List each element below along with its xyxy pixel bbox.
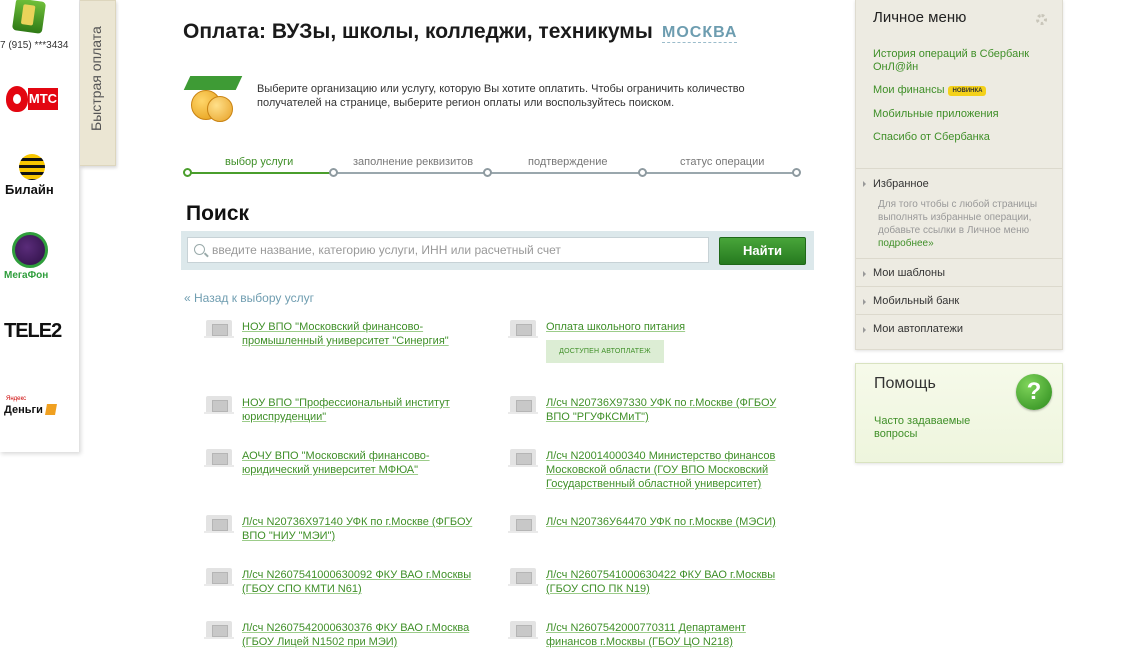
service-document-icon xyxy=(204,320,234,338)
search-button[interactable]: Найти xyxy=(719,237,806,265)
operator-yandex-sub: Яндекс xyxy=(6,396,27,402)
step-dot-4 xyxy=(638,168,647,177)
mts-egg-icon xyxy=(6,86,28,112)
service-document-icon xyxy=(508,396,538,414)
wallet-icon xyxy=(45,404,57,415)
region-selector[interactable]: МОСКВА xyxy=(662,24,738,43)
search-field[interactable] xyxy=(187,237,709,263)
service-link[interactable]: Л/сч N2607542000630376 ФКУ ВАО г.Москва … xyxy=(242,621,492,649)
service-link[interactable]: АОЧУ ВПО "Московский финансово-юридическ… xyxy=(242,449,492,477)
menu-section-autopayments[interactable]: Мои автоплатежи xyxy=(873,323,963,335)
operator-yandex-money[interactable]: Яндекс Деньги xyxy=(0,396,80,422)
service-link[interactable]: Л/сч N20736Х97140 УФК по г.Москве (ФГБОУ… xyxy=(242,515,492,543)
service-document-icon xyxy=(204,568,234,586)
service-document-icon xyxy=(508,320,538,338)
step-select-service: выбор услуги xyxy=(225,156,294,168)
favorites-hint: Для того чтобы с любой страницы выполнят… xyxy=(878,198,1050,250)
quick-pay-tab[interactable]: Быстрая оплата xyxy=(80,0,116,166)
operator-yandex-label: Деньги xyxy=(4,404,43,416)
service-link[interactable]: Л/сч N20014000340 Министерство финансов … xyxy=(546,449,796,491)
service-document-icon xyxy=(508,449,538,467)
step-operation-status: статус операции xyxy=(680,156,765,168)
service-link[interactable]: Л/сч N2607542000770311 Департамент финан… xyxy=(546,621,796,649)
service-link[interactable]: Л/сч N20736Х97330 УФК по г.Москве (ФГБОУ… xyxy=(546,396,796,424)
menu-link-my-finances-row: Мои финансы НОВИНКА xyxy=(873,84,1053,97)
menu-link-my-finances[interactable]: Мои финансы xyxy=(873,84,944,96)
operator-megafon-label: МегаФон xyxy=(4,270,49,281)
step-dot-3 xyxy=(483,168,492,177)
back-to-services-link[interactable]: « Назад к выбору услуг xyxy=(184,291,314,305)
operator-mts-label: МТС xyxy=(28,88,58,110)
search-heading: Поиск xyxy=(186,202,250,225)
chevron-right-icon xyxy=(863,271,866,277)
quick-pay-operators: 7 (915) ***3434 МТС Билайн МегаФон TELE2… xyxy=(0,0,80,452)
page-title: Оплата: ВУЗы, школы, колледжи, техникумы xyxy=(183,20,653,43)
favorites-more-link[interactable]: подробнее» xyxy=(878,238,934,249)
gear-icon[interactable] xyxy=(1036,14,1047,25)
step-confirmation: подтверждение xyxy=(528,156,608,168)
phone-icon xyxy=(11,0,47,34)
favorites-hint-text: Для того чтобы с любой страницы выполнят… xyxy=(878,199,1038,236)
quick-pay-tab-label: Быстрая оплата xyxy=(88,26,104,131)
service-document-icon xyxy=(508,515,538,533)
search-input[interactable] xyxy=(212,241,702,259)
search-icon xyxy=(194,244,205,255)
search-bar: Найти xyxy=(181,231,814,270)
menu-link-history[interactable]: История операций в Сбербанк ОнЛ@йн xyxy=(873,48,1053,74)
service-link[interactable]: Л/сч N2607541000630092 ФКУ ВАО г.Москвы … xyxy=(242,568,492,596)
faq-link[interactable]: Часто задаваемые вопросы xyxy=(874,415,984,441)
operator-beeline[interactable]: Билайн xyxy=(0,154,80,200)
menu-section-mobile-bank[interactable]: Мобильный банк xyxy=(873,295,959,307)
saved-phone[interactable]: 7 (915) ***3434 xyxy=(0,0,80,52)
operator-beeline-label: Билайн xyxy=(5,182,54,197)
chevron-right-icon xyxy=(863,299,866,305)
chevron-right-icon xyxy=(863,181,866,187)
service-document-icon xyxy=(204,515,234,533)
question-icon[interactable]: ? xyxy=(1016,374,1052,410)
operator-tele2[interactable]: TELE2 xyxy=(0,320,80,346)
service-document-icon xyxy=(204,449,234,467)
menu-link-spasibo[interactable]: Спасибо от Сбербанка xyxy=(873,131,1053,144)
service-link[interactable]: Оплата школьного питания xyxy=(546,320,796,334)
service-link[interactable]: НОУ ВПО "Московский финансово-промышленн… xyxy=(242,320,492,348)
help-panel: Помощь ? Часто задаваемые вопросы xyxy=(855,363,1063,463)
help-title: Помощь xyxy=(874,375,936,392)
operator-mts[interactable]: МТС xyxy=(0,86,80,112)
graduation-coins-icon xyxy=(183,72,243,122)
service-link[interactable]: НОУ ВПО "Профессиональный институт юрисп… xyxy=(242,396,492,424)
menu-link-mobile-apps[interactable]: Мобильные приложения xyxy=(873,108,1053,121)
new-badge: НОВИНКА xyxy=(948,86,987,96)
menu-section-templates[interactable]: Мои шаблоны xyxy=(873,267,945,279)
phone-number: 7 (915) ***3434 xyxy=(0,40,69,51)
beeline-ball-icon xyxy=(19,154,45,180)
megafon-logo-icon xyxy=(12,232,48,268)
operator-tele2-label: TELE2 xyxy=(4,320,62,342)
step-dot-5 xyxy=(792,168,801,177)
step-dot-2 xyxy=(329,168,338,177)
intro-text: Выберите организацию или услугу, которую… xyxy=(257,83,745,109)
step-fill-details: заполнение реквизитов xyxy=(353,156,474,168)
service-document-icon xyxy=(204,621,234,639)
service-document-icon xyxy=(508,568,538,586)
service-document-icon xyxy=(508,621,538,639)
service-link[interactable]: Л/сч N20736У64470 УФК по г.Москве (МЭСИ) xyxy=(546,515,796,529)
autopay-badge: доступен автоплатеж xyxy=(546,340,664,363)
service-document-icon xyxy=(204,396,234,414)
chevron-right-icon xyxy=(863,327,866,333)
personal-menu-title: Личное меню xyxy=(873,9,967,26)
step-dot-1 xyxy=(183,168,192,177)
operator-megafon[interactable]: МегаФон xyxy=(0,232,80,282)
menu-section-favorites[interactable]: Избранное xyxy=(873,178,929,190)
personal-menu: Личное меню История операций в Сбербанк … xyxy=(855,0,1063,350)
progress-steps: выбор услуги заполнение реквизитов подтв… xyxy=(183,154,803,180)
service-link[interactable]: Л/сч N2607541000630422 ФКУ ВАО г.Москвы … xyxy=(546,568,796,596)
